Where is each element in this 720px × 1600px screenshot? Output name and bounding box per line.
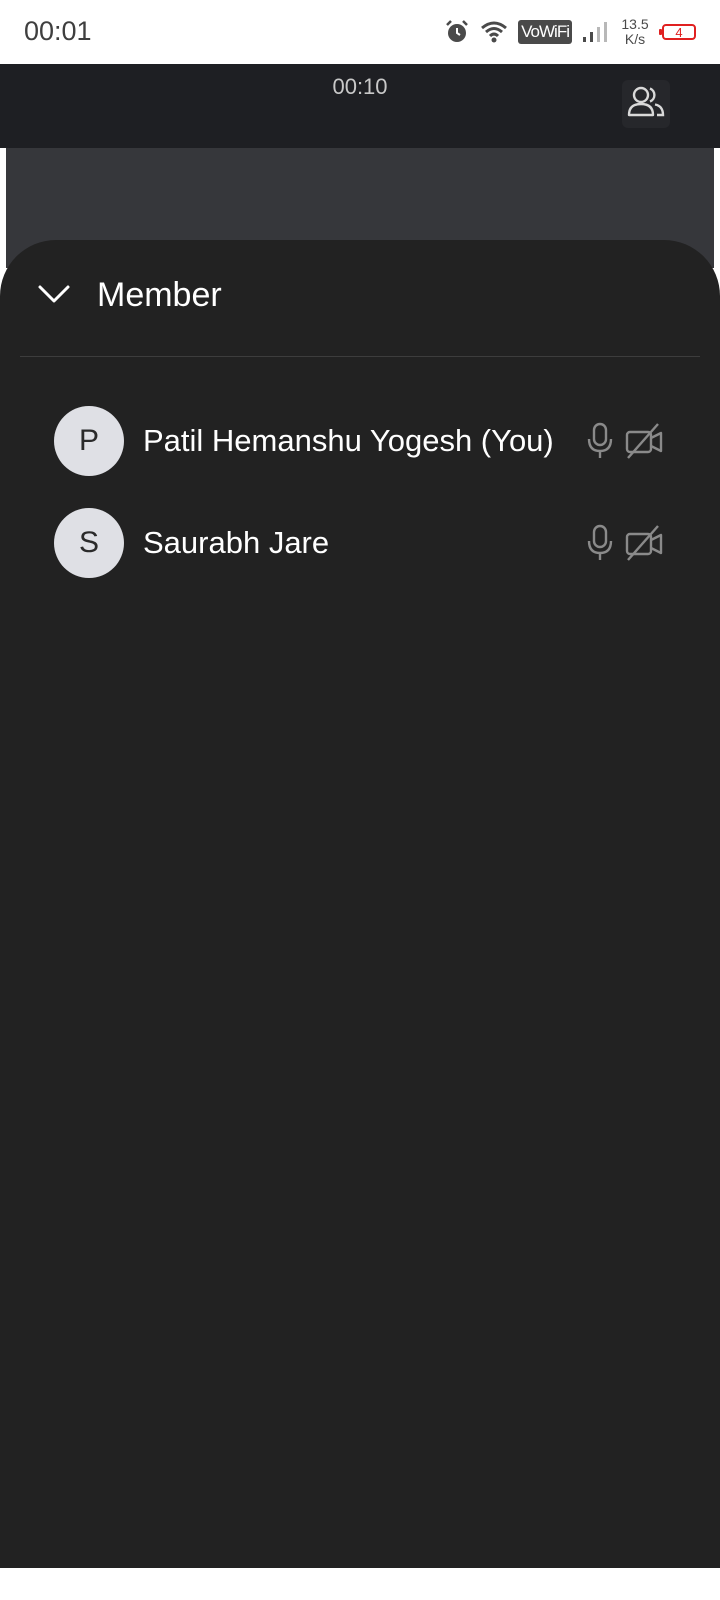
vowifi-label: VoWiFi <box>518 20 572 44</box>
battery-level: 4 <box>675 24 683 40</box>
members-button[interactable] <box>622 80 670 128</box>
net-speed-value: 13.5 <box>621 16 649 32</box>
wifi-icon <box>480 20 508 44</box>
people-icon <box>626 82 666 127</box>
camera-off-icon[interactable] <box>624 523 664 563</box>
member-row[interactable]: P Patil Hemanshu Yogesh (You) <box>0 390 720 492</box>
mic-icon[interactable] <box>584 523 616 563</box>
status-icons: VoWiFi 13.5 K/s 4 <box>444 14 696 50</box>
navigation-bar <box>0 1568 720 1600</box>
net-speed: 13.5 K/s <box>618 17 652 47</box>
battery-indicator: 4 <box>659 24 696 40</box>
divider <box>20 356 700 357</box>
collapse-button[interactable] <box>36 278 72 314</box>
alarm-icon <box>444 19 470 45</box>
signal-icon <box>582 20 608 44</box>
sheet-header: Member <box>0 240 720 356</box>
net-speed-unit: K/s <box>624 31 646 47</box>
member-name: Saurabh Jare <box>143 525 330 560</box>
camera-off-icon[interactable] <box>624 421 664 461</box>
member-list: P Patil Hemanshu Yogesh (You) S Saurabh … <box>0 390 720 594</box>
call-header: 00:10 <box>0 64 720 148</box>
member-row[interactable]: S Saurabh Jare <box>0 492 720 594</box>
avatar: P <box>54 406 124 476</box>
member-name: Patil Hemanshu Yogesh (You) <box>143 423 554 458</box>
chevron-down-icon <box>37 283 71 310</box>
status-bar: 00:01 VoWiFi 13.5 K/s 4 <box>0 0 720 64</box>
members-sheet: Member P Patil Hemanshu Yogesh (You) S S… <box>0 240 720 1568</box>
mic-icon[interactable] <box>584 421 616 461</box>
avatar: S <box>54 508 124 578</box>
status-time: 00:01 <box>24 16 92 46</box>
call-timer: 00:10 <box>332 74 388 99</box>
sheet-title: Member <box>97 276 222 314</box>
